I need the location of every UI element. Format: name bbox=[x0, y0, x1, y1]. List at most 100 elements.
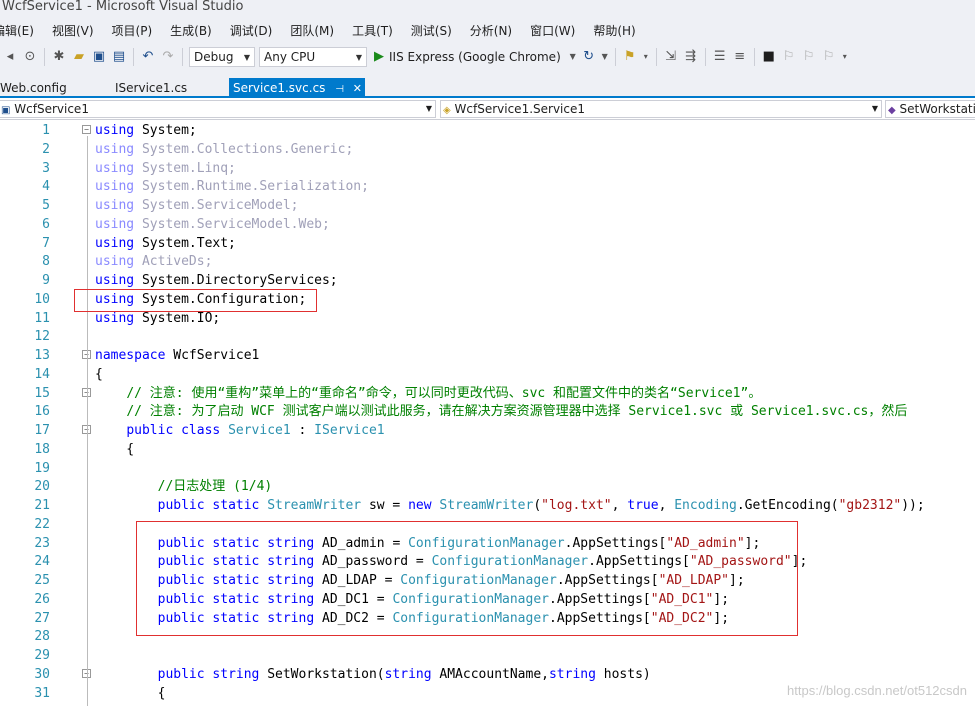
code-line[interactable]: 3 using System.Linq; bbox=[0, 159, 975, 178]
line-number: 26 bbox=[34, 591, 50, 607]
code-text: using System.Runtime.Serialization; bbox=[95, 179, 369, 195]
menu-item-1[interactable]: 视图(V) bbox=[43, 22, 103, 39]
line-number: 4 bbox=[42, 179, 50, 195]
code-line[interactable]: 17− public class Service1 : IService1 bbox=[0, 421, 975, 440]
code-line[interactable]: 2 using System.Collections.Generic; bbox=[0, 140, 975, 159]
code-line[interactable]: 20 //日志处理 (1/4) bbox=[0, 477, 975, 496]
open-folder-icon[interactable]: ▰ bbox=[71, 49, 87, 65]
code-line[interactable]: 18 { bbox=[0, 440, 975, 459]
step-into-icon[interactable]: ⇲ bbox=[663, 49, 679, 65]
browser-link-icon[interactable]: ⚑ bbox=[622, 49, 638, 65]
code-line[interactable]: 15− // 注意: 使用“重构”菜单上的“重命名”命令，可以同时更改代码、sv… bbox=[0, 384, 975, 403]
code-text: using System.DirectoryServices; bbox=[95, 273, 338, 288]
run-target-label[interactable]: IIS Express (Google Chrome) bbox=[389, 50, 561, 64]
forward-icon[interactable]: ⊙ bbox=[22, 49, 38, 65]
overflow-icon[interactable]: ▾ bbox=[841, 49, 849, 65]
menu-item-0[interactable]: 编辑(E) bbox=[0, 22, 43, 39]
tab-web-config[interactable]: Web.config bbox=[0, 78, 71, 98]
menu-item-5[interactable]: 团队(M) bbox=[281, 22, 343, 39]
code-line[interactable]: 16 // 注意: 为了启动 WCF 测试客户端以测试此服务，请在解决方案资源管… bbox=[0, 402, 975, 421]
class-dropdown[interactable]: ◈ WcfService1.Service1 ▼ bbox=[440, 100, 882, 118]
menu-item-6[interactable]: 工具(T) bbox=[343, 22, 402, 39]
new-project-icon[interactable]: ✱ bbox=[51, 49, 67, 65]
toolbar-separator bbox=[182, 48, 183, 66]
menu-item-8[interactable]: 分析(N) bbox=[461, 22, 521, 39]
method-icon: ◆ bbox=[888, 105, 896, 116]
class-icon: ◈ bbox=[443, 105, 451, 116]
code-text: { bbox=[95, 366, 103, 382]
line-number: 9 bbox=[42, 273, 50, 288]
code-text: public string SetWorkstation(string AMAc… bbox=[157, 666, 651, 682]
code-line[interactable]: 29 bbox=[0, 646, 975, 665]
member-dropdown-value: SetWorkstation bbox=[899, 102, 975, 116]
code-text: public class Service1 : IService1 bbox=[126, 423, 385, 438]
chevron-down-icon: ▼ bbox=[425, 104, 432, 113]
code-line[interactable]: 13−namespace WcfService1 bbox=[0, 346, 975, 365]
close-icon[interactable]: ✕ bbox=[353, 82, 362, 95]
platform-select[interactable]: Any CPU ▼ bbox=[259, 47, 367, 67]
tab-iservice1[interactable]: IService1.cs bbox=[111, 78, 191, 98]
menu-item-10[interactable]: 帮助(H) bbox=[584, 22, 644, 39]
solution-config-select[interactable]: Debug ▼ bbox=[189, 47, 255, 67]
code-line[interactable]: 4 using System.Runtime.Serialization; bbox=[0, 177, 975, 196]
code-text: { bbox=[95, 441, 135, 457]
code-line[interactable]: 7 using System.Text; bbox=[0, 234, 975, 253]
prev-bookmark-icon[interactable]: ⚐ bbox=[781, 49, 797, 65]
line-number: 2 bbox=[42, 141, 50, 157]
code-line[interactable]: 8 using ActiveDs; bbox=[0, 252, 975, 271]
line-number: 29 bbox=[34, 648, 50, 663]
back-icon[interactable]: ◂ bbox=[2, 49, 18, 65]
toolbar-separator bbox=[614, 48, 616, 66]
save-all-icon[interactable]: ▤ bbox=[111, 49, 127, 65]
undo-icon[interactable]: ↶ bbox=[140, 49, 156, 65]
line-number: 7 bbox=[42, 235, 50, 251]
code-text: using System; bbox=[95, 123, 197, 138]
refresh-icon[interactable]: ↻ bbox=[581, 49, 597, 65]
menu-item-4[interactable]: 调试(D) bbox=[221, 22, 282, 39]
code-line[interactable]: 19 bbox=[0, 459, 975, 478]
collapse-icon[interactable]: − bbox=[82, 125, 91, 134]
code-line[interactable]: 14 { bbox=[0, 365, 975, 384]
code-line[interactable]: 1 − using System; bbox=[0, 121, 975, 140]
line-number: 23 bbox=[34, 535, 50, 551]
code-line[interactable]: 21 public static StreamWriter sw = new S… bbox=[0, 496, 975, 515]
overflow-icon[interactable]: ▾ bbox=[642, 49, 650, 65]
project-dropdown[interactable]: ▣ WcfService1 ▼ bbox=[0, 100, 436, 118]
code-line[interactable]: 6 using System.ServiceModel.Web; bbox=[0, 215, 975, 234]
tab-service1-svc-cs[interactable]: Service1.svc.cs ⊣ ✕ bbox=[229, 78, 365, 98]
code-line[interactable]: 12 bbox=[0, 327, 975, 346]
menu-item-2[interactable]: 项目(P) bbox=[103, 22, 162, 39]
code-text: // 注意: 使用“重构”菜单上的“重命名”命令，可以同时更改代码、svc 和配… bbox=[126, 385, 762, 401]
code-line[interactable]: 30− public string SetWorkstation(string … bbox=[0, 665, 975, 684]
member-dropdown[interactable]: ◆ SetWorkstation bbox=[885, 100, 975, 118]
next-bookmark-icon[interactable]: ⚐ bbox=[801, 49, 817, 65]
menu-item-3[interactable]: 生成(B) bbox=[161, 22, 221, 39]
code-text: { bbox=[95, 685, 166, 701]
toolbar-separator bbox=[133, 48, 134, 66]
line-number: 28 bbox=[34, 629, 50, 645]
tab-label: Service1.svc.cs bbox=[233, 81, 326, 95]
start-debug-icon[interactable]: ▶ bbox=[371, 49, 387, 65]
pin-icon[interactable]: ⊣ bbox=[335, 84, 344, 95]
step-over-icon[interactable]: ⇶ bbox=[683, 49, 699, 65]
code-line[interactable]: 9 using System.DirectoryServices; bbox=[0, 271, 975, 290]
line-number: 16 bbox=[34, 404, 50, 420]
bookmark-icon[interactable]: ■ bbox=[761, 49, 777, 65]
clear-bookmarks-icon[interactable]: ⚐ bbox=[821, 49, 837, 65]
toolbar-separator bbox=[655, 48, 657, 66]
menu-item-9[interactable]: 窗口(W) bbox=[521, 22, 584, 39]
menu-item-7[interactable]: 测试(S) bbox=[402, 22, 461, 39]
window-title: WcfService1 - Microsoft Visual Studio bbox=[0, 0, 975, 18]
toolbar-separator bbox=[44, 48, 45, 66]
line-number: 18 bbox=[34, 441, 50, 457]
redo-icon[interactable]: ↷ bbox=[160, 49, 176, 65]
chevron-down-icon: ▼ bbox=[243, 52, 250, 62]
code-line[interactable]: 5 using System.ServiceModel; bbox=[0, 196, 975, 215]
comment-icon[interactable]: ☰ bbox=[712, 49, 728, 65]
chevron-down-icon[interactable]: ▼ bbox=[569, 49, 577, 65]
line-number: 12 bbox=[34, 329, 50, 345]
uncomment-icon[interactable]: ≡ bbox=[732, 49, 748, 65]
line-number: 10 bbox=[34, 291, 50, 307]
chevron-down-icon[interactable]: ▼ bbox=[601, 49, 609, 65]
save-icon[interactable]: ▣ bbox=[91, 49, 107, 65]
